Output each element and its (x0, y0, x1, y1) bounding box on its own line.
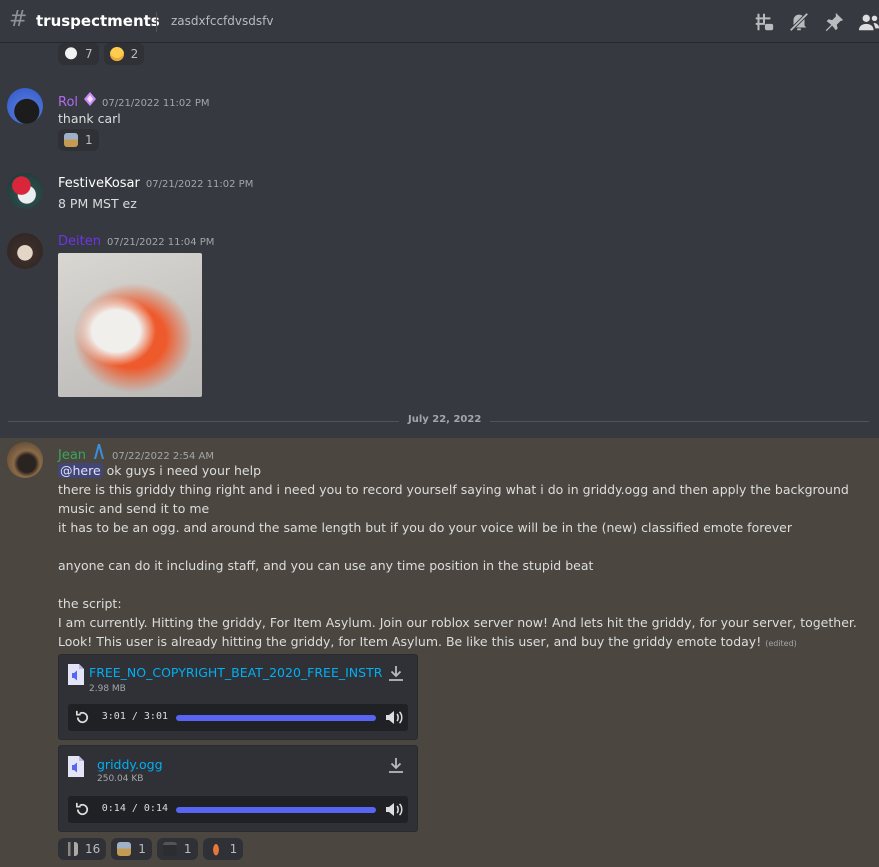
message-header: Deiten 07/21/2022 11:04 PM (58, 234, 214, 249)
edited-label: (edited) (765, 639, 797, 648)
audio-attachment: FREE_NO_COPYRIGHT_BEAT_2020_FREE_INSTR 2… (58, 654, 418, 740)
mute-bell-icon[interactable] (788, 11, 810, 33)
message-content: thank carl (58, 111, 121, 126)
custom-dark-emoji (162, 842, 177, 856)
message-line: I am currently. Hitting the griddy, For … (58, 615, 857, 630)
reaction-skull[interactable]: 7 (58, 43, 99, 65)
author-name[interactable]: Rol (58, 95, 78, 110)
audio-controls: 0:14 / 0:14 (68, 796, 408, 823)
playback-time: 3:01 / 3:01 (101, 711, 168, 722)
message-text: Look! This user is already hitting the g… (58, 634, 762, 649)
channel-hash-icon: # (9, 7, 28, 32)
progress-fill (176, 715, 376, 721)
message-header: FestiveKosar 07/21/2022 11:02 PM (58, 176, 253, 191)
here-mention[interactable]: @here (58, 463, 103, 478)
reaction-dancing[interactable]: 16 (58, 838, 107, 860)
message-line: the script: (58, 596, 122, 611)
playback-progress-bar[interactable] (176, 715, 376, 721)
file-size: 250.04 KB (97, 774, 144, 784)
custom-image-emoji (64, 133, 78, 147)
author-name[interactable]: FestiveKosar (58, 176, 140, 191)
download-icon[interactable] (387, 757, 405, 775)
members-icon[interactable] (858, 11, 879, 33)
reaction-nerd[interactable]: 2 (103, 43, 145, 65)
channel-topic[interactable]: zasdxfccfdvsdsfv (171, 14, 273, 28)
reaction-figure[interactable]: 1 (202, 838, 244, 860)
skull-emoji (64, 47, 78, 61)
timestamp: 07/21/2022 11:02 PM (145, 179, 254, 190)
reaction-count: 7 (85, 47, 93, 61)
avatar[interactable] (7, 173, 43, 209)
pin-icon[interactable] (823, 11, 845, 33)
reaction-row: 7 2 (58, 43, 145, 65)
audio-file-icon (68, 756, 84, 777)
message-line: it has to be an ogg. and around the same… (58, 520, 793, 535)
message-line: music and send it to me (58, 501, 210, 516)
playback-time: 0:14 / 0:14 (101, 803, 168, 814)
custom-image-emoji (117, 842, 132, 856)
message-line: @here ok guys i need your help (58, 461, 261, 480)
file-size: 2.98 MB (89, 684, 126, 694)
channel-name: truspectments (36, 12, 160, 30)
progress-fill (176, 807, 376, 813)
file-name-link[interactable]: griddy.ogg (97, 757, 163, 772)
avatar[interactable] (7, 233, 43, 269)
timestamp: 07/21/2022 11:02 PM (102, 98, 210, 109)
reaction-custom-image[interactable]: 1 (58, 129, 99, 151)
avatar[interactable] (7, 88, 43, 124)
nerd-face-emoji (109, 47, 124, 61)
reaction-count: 1 (183, 842, 192, 856)
volume-icon[interactable] (385, 801, 403, 818)
timestamp: 07/21/2022 11:04 PM (106, 237, 215, 248)
reaction-count: 2 (130, 47, 139, 61)
custom-dancing-emoji (64, 842, 78, 856)
image-attachment[interactable] (58, 253, 202, 397)
message-header: Rol 07/21/2022 11:02 PM (58, 91, 210, 110)
file-name-link[interactable]: FREE_NO_COPYRIGHT_BEAT_2020_FREE_INSTR (89, 665, 385, 680)
message-text: ok guys i need your help (102, 463, 262, 478)
reaction-row: 16 1 1 1 (58, 838, 244, 860)
message-line: Look! This user is already hitting the g… (58, 632, 797, 653)
reaction-dark[interactable]: 1 (156, 838, 198, 860)
reaction-count: 1 (138, 842, 146, 856)
avatar[interactable] (7, 442, 43, 478)
date-divider-label: July 22, 2022 (399, 414, 491, 425)
replay-icon[interactable] (74, 801, 91, 818)
crystal-badge-icon (84, 91, 97, 106)
reaction-count: 16 (85, 842, 101, 856)
channel-header: # truspectments zasdxfccfdvsdsfv (0, 0, 879, 43)
reaction-count: 1 (85, 133, 93, 147)
message-content: 8 PM MST ez (58, 196, 137, 211)
audio-controls: 3:01 / 3:01 (68, 704, 408, 731)
threads-icon[interactable] (753, 11, 775, 33)
blue-arch-badge-icon (92, 443, 106, 459)
message-line: anyone can do it including staff, and yo… (58, 558, 594, 573)
custom-figure-emoji (208, 842, 223, 856)
reaction-row: 1 (58, 129, 99, 151)
volume-icon[interactable] (385, 709, 403, 726)
reaction-custom-image[interactable]: 1 (111, 838, 152, 860)
author-name[interactable]: Deiten (58, 234, 101, 249)
download-icon[interactable] (387, 665, 405, 683)
message-line: there is this griddy thing right and i n… (58, 482, 849, 497)
header-divider (156, 12, 157, 32)
message-header: Jean 07/22/2022 2:54 AM (58, 443, 214, 463)
replay-icon[interactable] (74, 709, 91, 726)
playback-progress-bar[interactable] (176, 807, 376, 813)
audio-file-icon (68, 664, 84, 685)
reaction-count: 1 (229, 842, 238, 856)
audio-attachment: griddy.ogg 250.04 KB 0:14 / 0:14 (58, 745, 418, 832)
